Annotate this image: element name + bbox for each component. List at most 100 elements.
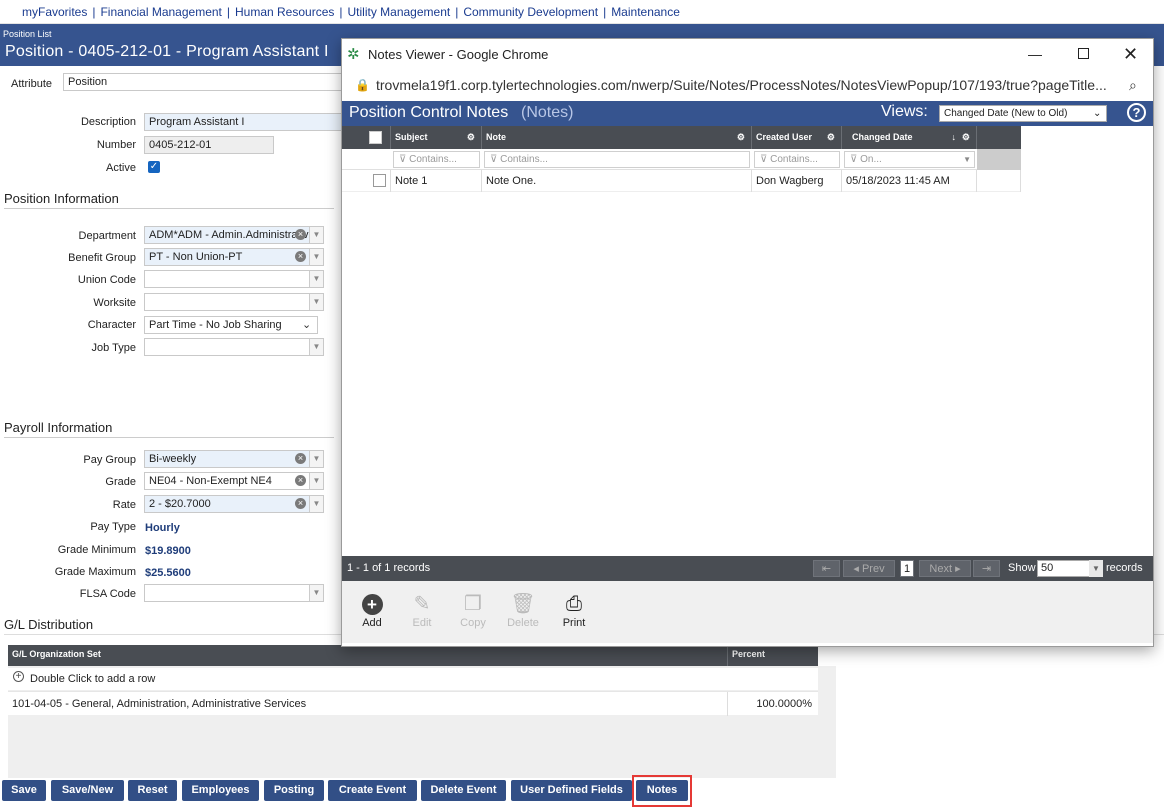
- col-changed-date[interactable]: Changed Date ↓ ⚙: [842, 126, 977, 149]
- clear-icon[interactable]: ×: [295, 498, 306, 509]
- clear-icon[interactable]: ×: [295, 475, 306, 486]
- col-note-label: Note: [486, 132, 506, 142]
- changed-filter[interactable]: ⊽ On... ▼: [844, 151, 975, 168]
- number-field[interactable]: 0405-212-01: [144, 136, 274, 154]
- character-select[interactable]: Part Time - No Job Sharing: [144, 316, 318, 334]
- notes-toolbar: + Add ✎ Edit ❐ Copy 🗑 Delete ⎙ Print: [342, 581, 1153, 643]
- number-label: Number: [96, 139, 136, 151]
- first-page-icon[interactable]: ⇤: [813, 560, 840, 577]
- flsa-code-select[interactable]: [144, 584, 324, 602]
- reset-button[interactable]: Reset: [128, 780, 177, 801]
- chevron-down-icon[interactable]: ▼: [309, 271, 323, 287]
- attribute-field[interactable]: Position: [63, 73, 343, 91]
- chevron-down-icon[interactable]: ▼: [963, 152, 971, 167]
- url-text[interactable]: trovmela19f1.corp.tylertechnologies.com/…: [376, 70, 1116, 101]
- minimize-icon[interactable]: —: [1028, 39, 1042, 70]
- gear-icon[interactable]: ⚙: [737, 126, 745, 149]
- job-type-select[interactable]: [144, 338, 324, 356]
- gear-icon[interactable]: ⚙: [827, 126, 835, 149]
- chevron-down-icon[interactable]: ▼: [309, 451, 323, 467]
- edit-label: Edit: [412, 617, 432, 629]
- add-label: Add: [362, 617, 382, 629]
- delete-label: Delete: [507, 617, 539, 629]
- breadcrumb[interactable]: Position List: [3, 29, 52, 39]
- views-label: Views:: [881, 103, 928, 120]
- print-button[interactable]: ⎙ Print: [552, 591, 596, 629]
- delete-button[interactable]: 🗑 Delete: [501, 591, 545, 629]
- chevron-down-icon[interactable]: ▼: [309, 227, 323, 243]
- show-label: Show: [1008, 562, 1036, 574]
- prev-page-label: Prev: [861, 563, 885, 575]
- delete-event-button[interactable]: Delete Event: [421, 780, 506, 801]
- chevron-down-icon[interactable]: ▼: [309, 473, 323, 489]
- note-filter[interactable]: ⊽ Contains...: [484, 151, 750, 168]
- menu-human-resources[interactable]: Human Resources: [235, 5, 334, 19]
- clear-icon[interactable]: ×: [295, 229, 306, 240]
- col-subject[interactable]: Subject ⚙: [391, 126, 482, 149]
- gl-col-percent[interactable]: Percent: [732, 649, 765, 659]
- chevron-down-icon[interactable]: ▼: [309, 339, 323, 355]
- chevron-down-icon[interactable]: ▼: [309, 249, 323, 265]
- page-number[interactable]: 1: [900, 560, 914, 577]
- sort-down-icon[interactable]: ↓: [952, 126, 957, 149]
- add-button[interactable]: + Add: [350, 591, 394, 629]
- trash-icon: 🗑: [510, 593, 536, 615]
- maximize-icon[interactable]: [1078, 48, 1089, 59]
- menu-myfavorites[interactable]: myFavorites: [22, 5, 87, 19]
- active-checkbox[interactable]: ✓: [148, 161, 160, 173]
- help-icon[interactable]: ?: [1127, 103, 1146, 122]
- user-defined-fields-button[interactable]: User Defined Fields: [511, 780, 632, 801]
- app-icon: ✲: [347, 46, 360, 63]
- grade-maximum-value: $25.5600: [145, 567, 191, 579]
- window-titlebar: ✲ Notes Viewer - Google Chrome — ✕: [342, 39, 1153, 70]
- next-page-button[interactable]: Next ▸: [919, 560, 971, 577]
- copy-label: Copy: [460, 617, 486, 629]
- attribute-label: Attribute: [11, 78, 52, 90]
- chevron-down-icon[interactable]: ▼: [1089, 560, 1103, 577]
- views-select[interactable]: Changed Date (New to Old): [939, 105, 1107, 122]
- menu-financial-management[interactable]: Financial Management: [100, 5, 221, 19]
- save-button[interactable]: Save: [2, 780, 46, 801]
- menu-community-development[interactable]: Community Development: [463, 5, 598, 19]
- menu-utility-management[interactable]: Utility Management: [348, 5, 451, 19]
- department-label: Department: [78, 230, 136, 242]
- payroll-info-heading: Payroll Information: [4, 420, 113, 435]
- chevron-down-icon[interactable]: ▼: [309, 585, 323, 601]
- table-row[interactable]: 101-04-05 - General, Administration, Adm…: [8, 691, 818, 716]
- posting-button[interactable]: Posting: [264, 780, 324, 801]
- col-created-user[interactable]: Created User ⚙: [752, 126, 842, 149]
- employees-button[interactable]: Employees: [182, 780, 259, 801]
- copy-button[interactable]: ❐ Copy: [451, 591, 495, 629]
- gear-icon[interactable]: ⚙: [467, 126, 475, 149]
- last-page-icon[interactable]: ⇥: [973, 560, 1000, 577]
- select-all-checkbox[interactable]: [369, 131, 382, 144]
- create-event-button[interactable]: Create Event: [328, 780, 417, 801]
- chevron-down-icon[interactable]: ▼: [309, 294, 323, 310]
- prev-page-button[interactable]: ◂ Prev: [843, 560, 895, 577]
- zoom-icon[interactable]: ⌕: [1129, 70, 1137, 101]
- gl-col-org[interactable]: G/L Organization Set: [12, 649, 101, 659]
- union-code-select[interactable]: [144, 270, 324, 288]
- clear-icon[interactable]: ×: [295, 251, 306, 262]
- pay-type-label: Pay Type: [90, 521, 136, 533]
- subject-filter[interactable]: ⊽ Contains...: [393, 151, 480, 168]
- close-icon[interactable]: ✕: [1123, 39, 1138, 70]
- chevron-down-icon[interactable]: ⌄: [302, 318, 311, 331]
- gl-add-row[interactable]: + Double Click to add a row: [8, 668, 818, 690]
- gear-icon[interactable]: ⚙: [962, 126, 970, 149]
- save-new-button[interactable]: Save/New: [51, 780, 124, 801]
- chevron-down-icon[interactable]: ▼: [309, 496, 323, 512]
- edit-button[interactable]: ✎ Edit: [400, 591, 444, 629]
- row-created-user: Don Wagberg: [752, 170, 842, 192]
- worksite-select[interactable]: [144, 293, 324, 311]
- clear-icon[interactable]: ×: [295, 453, 306, 464]
- chevron-down-icon[interactable]: ⌄: [1093, 105, 1101, 122]
- menu-maintenance[interactable]: Maintenance: [611, 5, 680, 19]
- address-bar[interactable]: 🔒 trovmela19f1.corp.tylertechnologies.co…: [342, 70, 1153, 101]
- created-filter[interactable]: ⊽ Contains...: [754, 151, 840, 168]
- add-icon: +: [350, 591, 394, 617]
- col-note[interactable]: Note ⚙: [482, 126, 752, 149]
- notes-grid-header: Subject ⚙ Note ⚙ Created User ⚙ Changed Dat…: [342, 126, 1021, 149]
- gl-row-org: 101-04-05 - General, Administration, Adm…: [12, 698, 307, 710]
- description-field[interactable]: Program Assistant I: [144, 113, 344, 131]
